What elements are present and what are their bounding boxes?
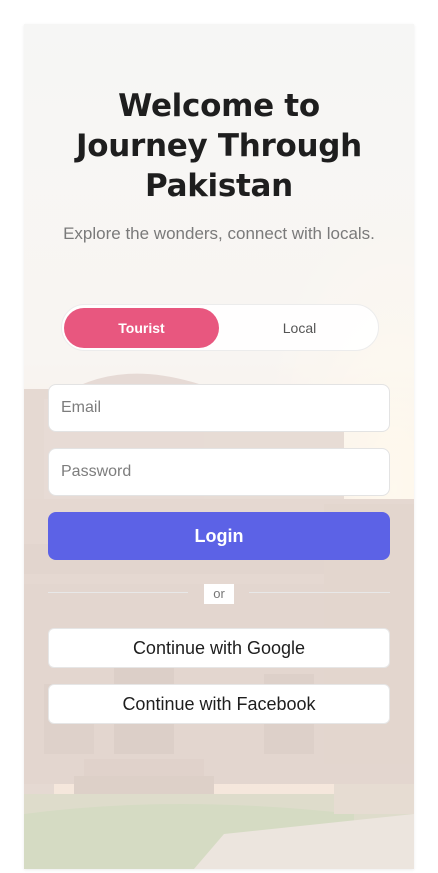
email-input[interactable] — [48, 384, 390, 432]
tourist-toggle-button[interactable]: Tourist — [64, 308, 219, 348]
title-line-3: Pakistan — [145, 168, 293, 204]
local-toggle-button[interactable]: Local — [222, 308, 377, 348]
divider-line-right — [249, 592, 390, 593]
continue-with-facebook-button[interactable]: Continue with Facebook — [48, 684, 390, 724]
continue-with-google-button[interactable]: Continue with Google — [48, 628, 390, 668]
login-button[interactable]: Login — [48, 512, 390, 560]
login-card: Welcome to Journey Through Pakistan Expl… — [24, 24, 414, 869]
title-line-1: Welcome to — [118, 88, 320, 124]
page-subtitle: Explore the wonders, connect with locals… — [63, 224, 375, 243]
divider-line-left — [48, 592, 188, 593]
role-toggle: Tourist Local — [61, 304, 379, 351]
password-input[interactable] — [48, 448, 390, 496]
page-title: Welcome to Journey Through Pakistan — [44, 86, 394, 206]
title-line-2: Journey Through — [76, 128, 362, 164]
login-content: Welcome to Journey Through Pakistan Expl… — [24, 24, 414, 869]
divider-or-text: or — [204, 584, 234, 604]
